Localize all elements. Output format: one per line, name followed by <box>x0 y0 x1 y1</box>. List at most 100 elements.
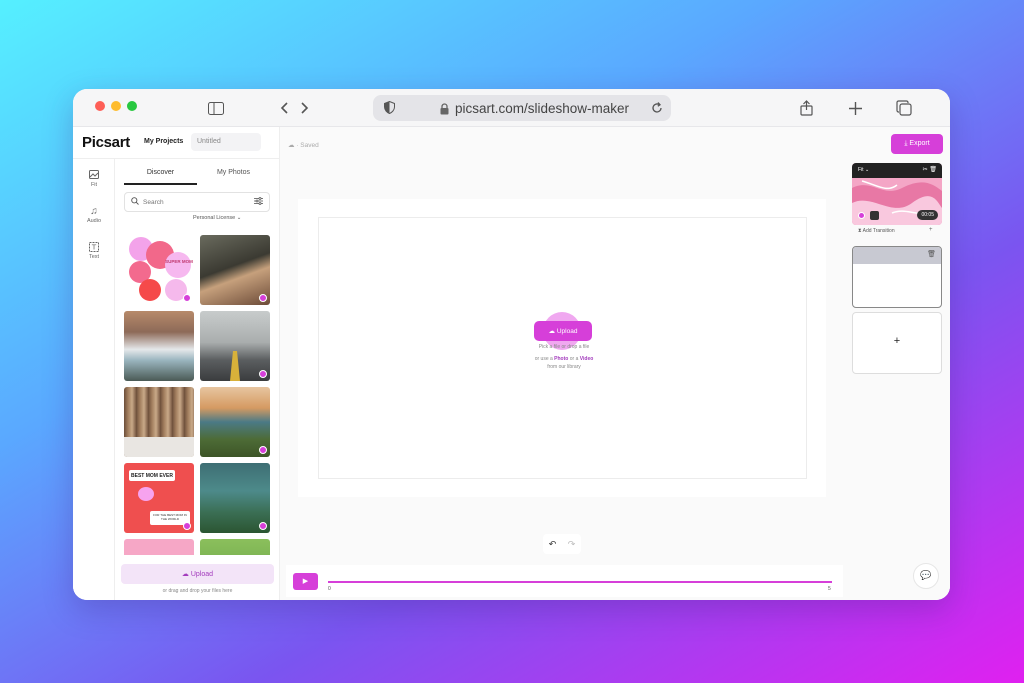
thumbnail-foggy-road[interactable] <box>200 311 270 381</box>
sticker-text: SUPER MOM <box>165 259 193 264</box>
slide-fit-dropdown[interactable]: Fit ⌄ <box>858 167 869 173</box>
close-window-dot[interactable] <box>95 101 105 111</box>
thumbnail-turquoise-lake[interactable] <box>200 463 270 533</box>
rail-item-fit[interactable]: Fit <box>73 170 115 188</box>
slide-duration: 00:05 <box>917 210 938 220</box>
lock-icon <box>440 102 449 120</box>
saved-status-text: Saved <box>300 142 319 149</box>
video-link[interactable]: Video <box>580 356 594 362</box>
hint-prefix: or use a <box>534 356 555 362</box>
top-bar: Picsart My Projects Untitled <box>73 127 280 159</box>
tabs-overview-icon[interactable] <box>894 98 914 118</box>
license-label: Personal License <box>193 215 236 221</box>
premium-badge-icon <box>259 294 267 302</box>
tab-discover[interactable]: Discover <box>124 165 197 185</box>
timeline-end: 5 <box>828 586 831 592</box>
upload-button[interactable]: ☁ Upload <box>121 564 274 584</box>
music-icon: ♫ <box>90 206 98 217</box>
canvas-dropzone[interactable]: ☁ Upload Pick a file or drop a file or u… <box>318 217 807 479</box>
premium-badge-icon <box>259 446 267 454</box>
transition-icon: ⧗ <box>858 228 862 234</box>
play-icon: ▶ <box>302 578 309 585</box>
browser-window: picsart.com/slideshow-maker Picsart My P… <box>73 89 950 600</box>
license-dropdown[interactable]: Personal License ⌄ <box>193 215 241 221</box>
maximize-window-dot[interactable] <box>127 101 137 111</box>
tab-my-photos[interactable]: My Photos <box>197 165 270 185</box>
rail-item-audio[interactable]: ♫ Audio <box>73 206 115 224</box>
replace-media-icon[interactable] <box>870 211 879 220</box>
redo-icon[interactable]: ↷ <box>568 539 576 550</box>
trash-icon[interactable]: 🗑 <box>929 167 937 173</box>
flower-sticker <box>138 487 154 501</box>
browser-chrome: picsart.com/slideshow-maker <box>73 89 950 127</box>
reload-icon[interactable] <box>651 101 663 119</box>
thumbnail-coastal-sunset[interactable] <box>200 387 270 457</box>
thumbnail-blurry-forest[interactable] <box>124 387 194 457</box>
plus-icon[interactable]: + <box>929 227 933 233</box>
picsart-logo[interactable]: Picsart <box>82 134 130 151</box>
add-transition-button[interactable]: ⧗ Add Transition <box>858 228 895 234</box>
forward-icon[interactable] <box>295 98 315 118</box>
slides-panel: Fit ⌄ ✂ 🗑 00:05 ⧗ Add Transition + 🗑 + <box>843 159 950 600</box>
filter-icon[interactable] <box>254 197 263 207</box>
text-icon: T <box>73 242 115 254</box>
search-icon <box>131 197 139 207</box>
share-icon[interactable] <box>796 98 816 118</box>
slide-thumbnail-1[interactable]: Fit ⌄ ✂ 🗑 00:05 <box>852 163 942 225</box>
rail-item-text[interactable]: T Text <box>73 242 115 260</box>
minimize-window-dot[interactable] <box>111 101 121 111</box>
drag-hint: or drag and drop your files here <box>162 588 233 594</box>
hint-or: or a <box>568 356 580 362</box>
play-button[interactable]: ▶ <box>293 573 318 590</box>
premium-badge-icon <box>183 294 191 302</box>
canvas-area: ☁ Upload Pick a file or drop a file or u… <box>298 199 826 497</box>
tool-rail: Fit ♫ Audio T Text <box>73 159 115 600</box>
thumbnail-pink-banner[interactable] <box>124 539 194 555</box>
canvas-upload-label: Upload <box>556 328 578 335</box>
timeline-track[interactable] <box>328 581 832 583</box>
my-projects-link[interactable]: My Projects <box>144 138 183 145</box>
cloud-icon: ☁ <box>288 142 295 149</box>
premium-badge-icon <box>183 522 191 530</box>
project-name-field[interactable]: Untitled <box>191 133 261 151</box>
sidebar-toggle-icon[interactable] <box>206 98 226 118</box>
add-transition-label: Add Transition <box>862 228 895 234</box>
scissors-icon[interactable]: ✂ <box>923 167 928 173</box>
timeline-start: 0 <box>328 586 331 592</box>
thumbnail-green-foliage[interactable] <box>200 539 270 555</box>
media-tabs: Discover My Photos <box>124 165 270 185</box>
thumbnail-super-mom[interactable]: SUPER MOM <box>124 235 194 305</box>
chat-support-icon[interactable]: 💬 <box>913 563 939 589</box>
address-bar[interactable]: picsart.com/slideshow-maker <box>373 95 671 121</box>
slideshow-editor: Picsart My Projects Untitled Fit ♫ Audio <box>73 127 950 600</box>
rail-label: Fit <box>90 182 98 188</box>
premium-badge-icon <box>259 522 267 530</box>
upload-label: Upload <box>190 571 214 578</box>
rail-label: Audio <box>86 218 102 224</box>
thumbnail-best-mom-ever[interactable]: BEST MOM EVER FOR THE BEST MOM IN THE WO… <box>124 463 194 533</box>
back-icon[interactable] <box>274 98 294 118</box>
add-slide-button[interactable]: + <box>852 312 942 374</box>
timeline: ▶ 0 5 <box>286 565 843 597</box>
trash-icon[interactable]: 🗑 <box>927 250 936 258</box>
thumbnail-people-laptop[interactable] <box>200 235 270 305</box>
undo-icon[interactable]: ↶ <box>549 539 557 550</box>
undo-redo-group: ↶ ↷ <box>543 534 581 554</box>
chevron-down-icon: ⌄ <box>236 215 242 221</box>
export-label: Export <box>909 140 930 147</box>
slide-thumbnail-2[interactable]: 🗑 <box>852 246 942 308</box>
cloud-upload-icon: ☁ <box>548 328 556 335</box>
new-tab-icon[interactable] <box>845 98 865 118</box>
canvas-upload-button[interactable]: ☁ Upload <box>534 321 592 341</box>
shield-icon <box>384 100 395 119</box>
search-input[interactable] <box>143 196 243 208</box>
rail-label: Text <box>88 254 100 260</box>
left-panel: Picsart My Projects Untitled Fit ♫ Audio <box>73 127 280 600</box>
download-icon: ⤓ <box>904 140 908 147</box>
export-button[interactable]: ⤓ Export <box>891 134 943 154</box>
slide-actions: ✂ 🗑 <box>923 166 937 173</box>
premium-badge-icon <box>858 212 865 219</box>
thumbnail-waterfall[interactable] <box>124 311 194 381</box>
photo-link[interactable]: Photo <box>554 356 568 362</box>
slide-fit-label: Fit <box>858 167 864 173</box>
